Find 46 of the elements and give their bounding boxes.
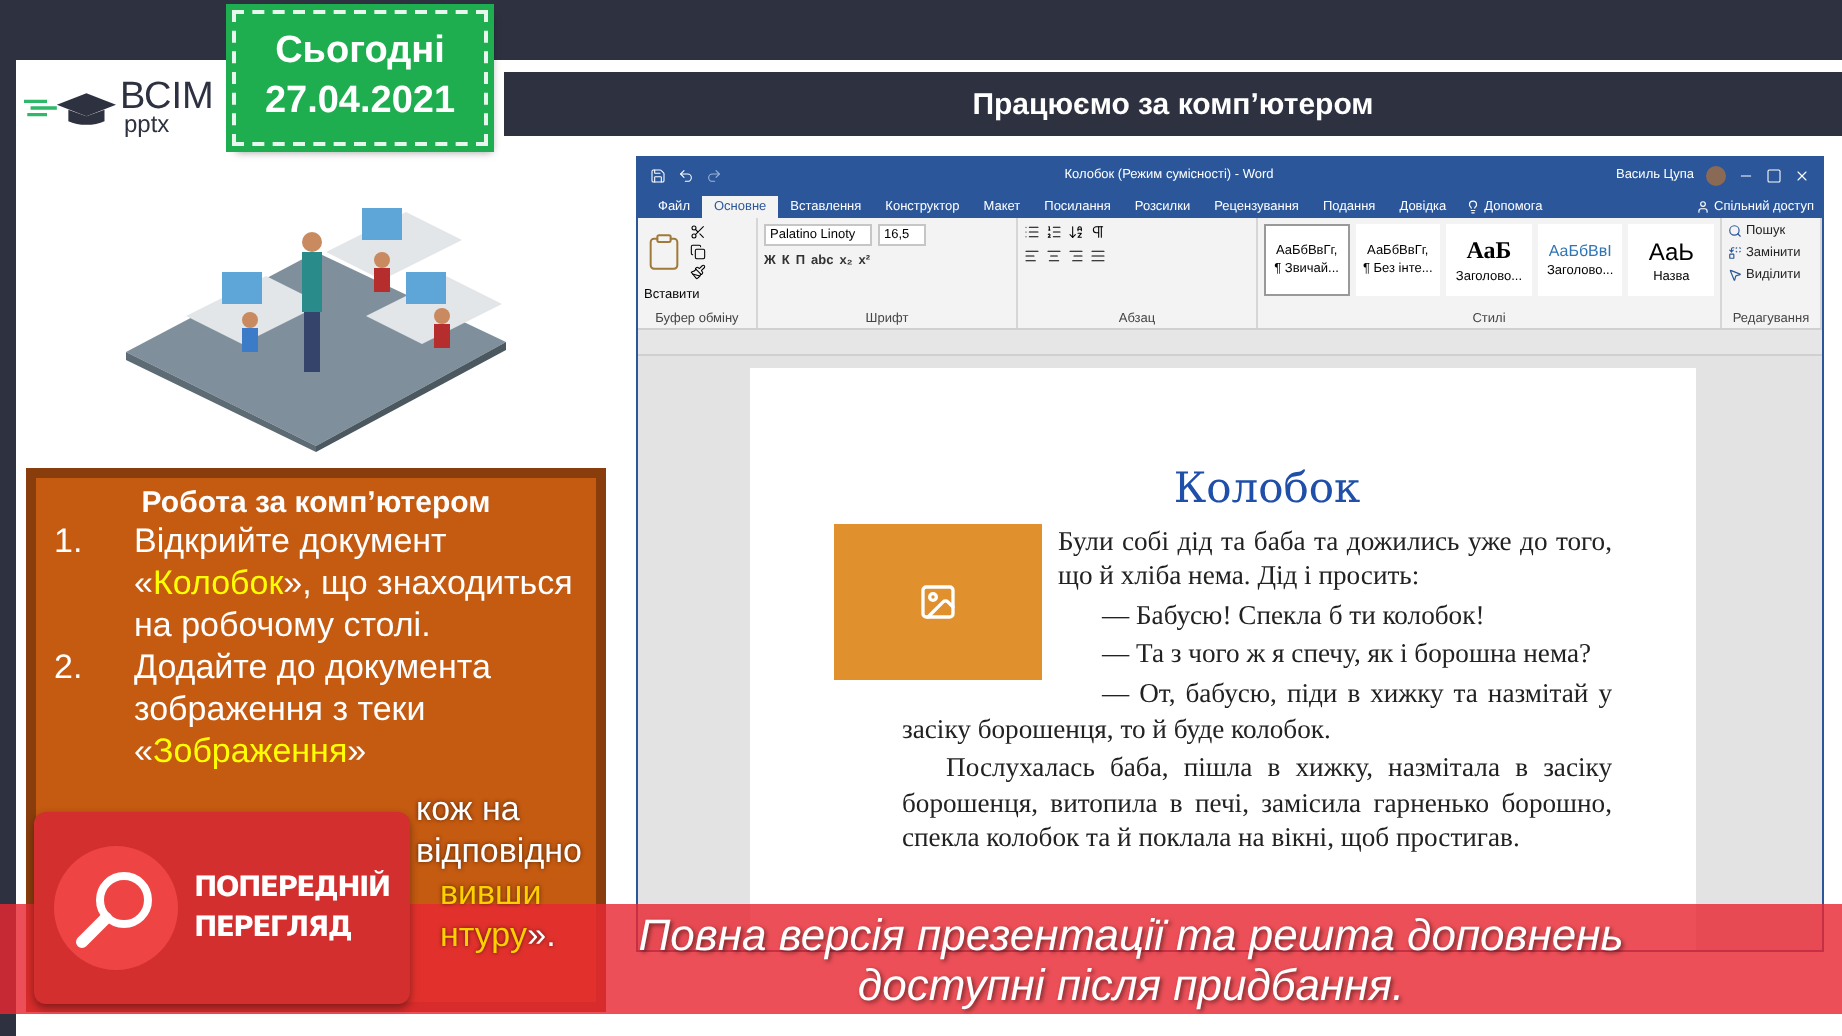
document-paragraph: — От, бабусю, піди в хижку та назмітай у засіку борошенця, то й буде колобок. <box>902 675 1612 747</box>
step-text-fragment: вивши <box>440 874 542 912</box>
justify-icon[interactable] <box>1090 248 1106 264</box>
avatar <box>1706 165 1726 185</box>
step-number: 2. <box>52 646 85 690</box>
step-text: Додайте до документа зображення з теки «Зображення» <box>134 646 493 772</box>
task-title: Робота за комп’ютером <box>139 486 493 520</box>
banner-text: Повна версія презентації та решта доповнень <box>638 909 1624 959</box>
close-icon[interactable] <box>1794 167 1810 183</box>
save-icon[interactable] <box>650 167 666 183</box>
lightbulb-icon <box>1466 200 1481 214</box>
step-text-fragment: нтуру <box>440 916 528 954</box>
document-paragraph: Були собі дід та баба та дожились уже до того, що й хліба нема. Дід і просить: <box>1056 523 1612 594</box>
cursor-icon <box>1728 268 1742 282</box>
maximize-icon[interactable] <box>1766 167 1782 183</box>
graduation-cap-icon <box>24 87 116 128</box>
slide-title: Працюємо за комп’ютером <box>504 72 1842 136</box>
banner-text: доступні після придбання. <box>857 959 1405 1009</box>
step-text-fragment: відповідно <box>416 832 582 870</box>
sort-icon[interactable] <box>1068 224 1084 240</box>
step-text-fragment: кож на <box>416 790 520 828</box>
document-paragraph: — Та з чого ж я спечу, як і борошна нема? <box>1099 636 1594 672</box>
redo-icon[interactable] <box>706 167 722 183</box>
copy-icon[interactable] <box>690 244 706 260</box>
step-text: Відкрийте документ «Колобок», що знаходиться на робочому столі. <box>134 520 575 646</box>
search-icon <box>1728 224 1742 238</box>
undo-icon[interactable] <box>678 167 694 183</box>
step-text-fragment: ». <box>527 916 556 954</box>
date-tag: Сьогодні 27.04.2021 <box>232 10 488 146</box>
align-right-icon[interactable] <box>1068 248 1084 264</box>
clipboard-icon[interactable] <box>644 232 684 272</box>
align-left-icon[interactable] <box>1024 248 1040 264</box>
step-number: 1. <box>52 520 85 564</box>
numbered-list-icon[interactable] <box>1046 224 1062 240</box>
person-icon <box>1696 200 1711 214</box>
bullet-list-icon[interactable] <box>1024 224 1040 240</box>
pilcrow-icon[interactable] <box>1090 224 1106 240</box>
logo-text: ВСІМ <box>120 80 214 115</box>
document-paragraph: — Бабусю! Спекла б ти колобок! <box>1099 597 1487 633</box>
logo-subtext: pptx <box>124 114 172 136</box>
brush-icon[interactable] <box>690 264 706 280</box>
document-paragraph: Послухалась баба, пішла в хижку, назмітала в засіку борошенця, витопила в печі, замісила гарненько борошно, спекла колобок та й поклала на вікні, щоб простигав. <box>902 750 1612 856</box>
badge-text: ПОПЕРЕДНІЙ ПЕРЕГЛЯД <box>194 868 392 948</box>
align-center-icon[interactable] <box>1046 248 1062 264</box>
scissors-icon[interactable] <box>690 224 706 240</box>
document-heading: Колобок <box>1171 472 1363 508</box>
